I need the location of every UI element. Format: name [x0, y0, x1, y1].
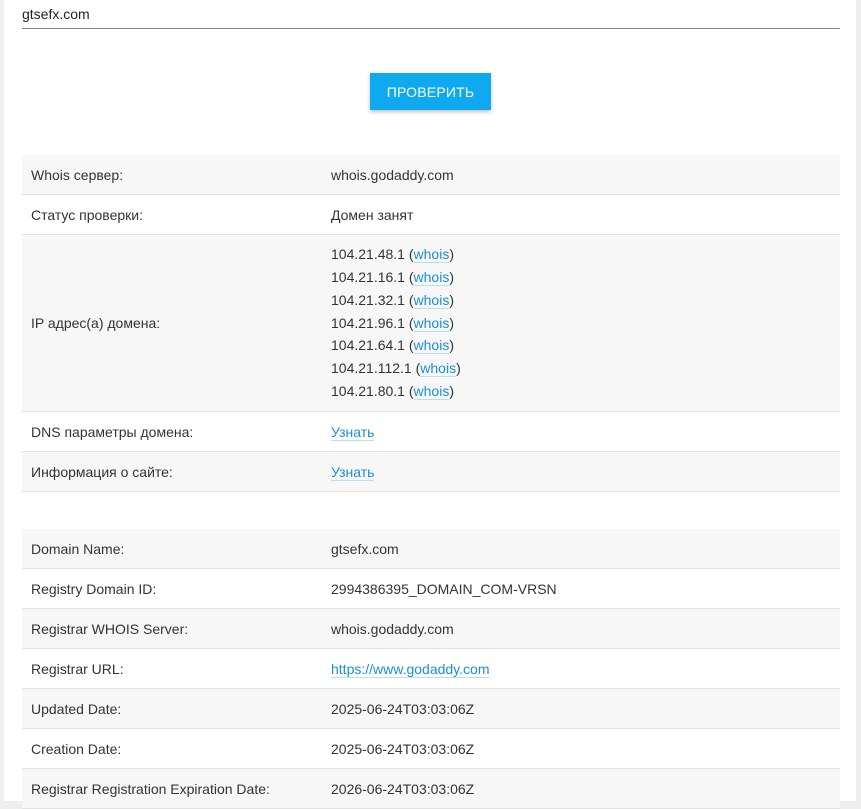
table-row: Updated Date: 2025-06-24T03:03:06Z [22, 688, 840, 729]
registrar-url-value: https://www.godaddy.com [322, 648, 840, 689]
table-row: Whois сервер: whois.godaddy.com [22, 155, 840, 195]
ip-address: 104.21.112.1 [331, 360, 412, 377]
table-row: Registrar WHOIS Server: whois.godaddy.co… [22, 608, 840, 649]
status-value: Домен занят [322, 194, 840, 235]
domain-name-label: Domain Name: [22, 529, 322, 569]
registrar-whois-server-value: whois.godaddy.com [322, 608, 840, 649]
updated-date-label: Updated Date: [22, 688, 322, 729]
creation-date-label: Creation Date: [22, 728, 322, 769]
registry-domain-id-label: Registry Domain ID: [22, 568, 322, 609]
site-info-label: Информация о сайте: [22, 451, 322, 492]
summary-table: Whois сервер: whois.godaddy.com Статус п… [22, 155, 840, 492]
ip-address: 104.21.16.1 [331, 269, 405, 285]
ip-whois-link[interactable]: whois [413, 269, 450, 286]
ip-entry: 104.21.48.1 (whois) [331, 246, 454, 264]
site-info-link[interactable]: Узнать [331, 463, 375, 481]
whois-server-label: Whois сервер: [22, 155, 322, 195]
table-row: Registrar URL: https://www.godaddy.com [22, 648, 840, 689]
ip-entry: 104.21.16.1 (whois) [331, 269, 454, 286]
table-row: DNS параметры домена: Узнать [22, 411, 840, 452]
check-button[interactable]: ПРОВЕРИТЬ [370, 73, 491, 110]
ip-entry: 104.21.64.1 (whois) [331, 337, 454, 355]
domain-name-value: gtsefx.com [322, 529, 840, 569]
dns-link[interactable]: Узнать [331, 423, 375, 441]
registrar-url-label: Registrar URL: [22, 648, 322, 689]
table-row: Статус проверки: Домен занят [22, 194, 840, 235]
ip-whois-link[interactable]: whois [413, 314, 450, 332]
ip-address: 104.21.96.1 [331, 314, 405, 331]
ip-entry: 104.21.96.1 (whois) [331, 314, 454, 332]
domain-input[interactable] [22, 0, 840, 29]
table-row: Registrar Registration Expiration Date: … [22, 768, 840, 809]
registrar-url-link[interactable]: https://www.godaddy.com [331, 660, 490, 678]
ip-address: 104.21.48.1 [331, 246, 405, 263]
table-row: Creation Date: 2025-06-24T03:03:06Z [22, 728, 840, 769]
whois-server-value: whois.godaddy.com [322, 155, 840, 195]
ip-whois-link[interactable]: whois [413, 291, 450, 309]
expiration-date-label: Registrar Registration Expiration Date: [22, 768, 322, 809]
ip-whois-link[interactable]: whois [420, 360, 457, 378]
creation-date-value: 2025-06-24T03:03:06Z [322, 728, 840, 769]
ip-whois-link[interactable]: whois [413, 382, 450, 400]
table-row: Информация о сайте: Узнать [22, 451, 840, 492]
ip-entry: 104.21.32.1 (whois) [331, 291, 454, 309]
dns-value: Узнать [322, 411, 840, 452]
table-row: IP адрес(а) домена: 104.21.48.1 (whois) … [22, 234, 840, 412]
ip-entry: 104.21.112.1 (whois) [331, 360, 461, 378]
updated-date-value: 2025-06-24T03:03:06Z [322, 688, 840, 729]
table-row: Domain Name: gtsefx.com [22, 529, 840, 569]
expiration-date-value: 2026-06-24T03:03:06Z [322, 768, 840, 809]
registrar-whois-server-label: Registrar WHOIS Server: [22, 608, 322, 649]
registry-domain-id-value: 2994386395_DOMAIN_COM-VRSN [322, 568, 840, 609]
ip-whois-link[interactable]: whois [413, 246, 450, 264]
table-row: Registry Domain ID: 2994386395_DOMAIN_CO… [22, 568, 840, 609]
ip-entry: 104.21.80.1 (whois) [331, 382, 454, 400]
ip-whois-link[interactable]: whois [413, 337, 450, 355]
ip-address: 104.21.32.1 [331, 291, 405, 308]
ip-address: 104.21.64.1 [331, 337, 405, 354]
ip-address: 104.21.80.1 [331, 382, 405, 399]
ip-label: IP адрес(а) домена: [22, 234, 322, 412]
whois-table: Domain Name: gtsefx.com Registry Domain … [22, 529, 840, 809]
dns-label: DNS параметры домена: [22, 411, 322, 452]
ip-list: 104.21.48.1 (whois) 104.21.16.1 (whois) … [322, 234, 840, 412]
site-info-value: Узнать [322, 451, 840, 492]
status-label: Статус проверки: [22, 194, 322, 235]
